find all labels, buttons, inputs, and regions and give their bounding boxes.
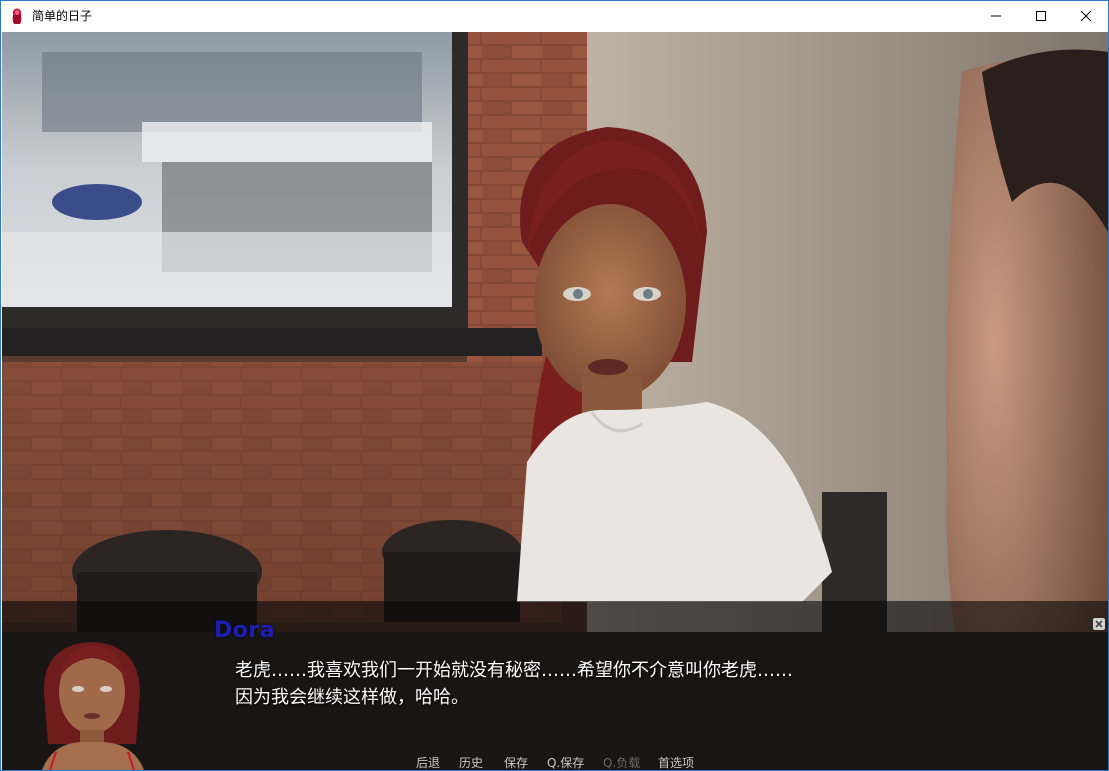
dialogue-close-button[interactable] bbox=[1093, 618, 1105, 630]
close-button[interactable] bbox=[1063, 1, 1108, 31]
quick-menu-preferences[interactable]: 首选项 bbox=[658, 754, 694, 770]
speaker-name: Dora bbox=[214, 618, 276, 643]
maximize-button[interactable] bbox=[1018, 1, 1063, 31]
dialogue-line-2: 因为我会继续这样做，哈哈。 bbox=[235, 687, 469, 708]
close-icon bbox=[1080, 11, 1091, 21]
game-window: 简单的日子 Dora 老虎……我喜欢我们一开始就没有秘密……希望你不介意叫你老虎… bbox=[0, 0, 1109, 771]
quick-menu-history[interactable]: 历史 bbox=[459, 754, 483, 770]
speaker-portrait bbox=[42, 642, 144, 770]
app-icon bbox=[12, 8, 22, 24]
window-title: 简单的日子 bbox=[32, 9, 93, 23]
title-bar[interactable]: 简单的日子 bbox=[1, 1, 1108, 32]
quick-menu-save[interactable]: 保存 bbox=[504, 754, 528, 770]
maximize-icon bbox=[1035, 11, 1046, 21]
minimize-icon bbox=[990, 15, 1001, 17]
close-small-icon bbox=[1095, 620, 1103, 628]
quick-menu-quick-save[interactable]: Q.保存 bbox=[547, 754, 584, 770]
dialogue-line-1: 老虎……我喜欢我们一开始就没有秘密……希望你不介意叫你老虎…… bbox=[235, 660, 793, 681]
quick-menu-back[interactable]: 后退 bbox=[416, 754, 440, 770]
quick-menu-quick-load[interactable]: Q.负载 bbox=[603, 754, 640, 770]
minimize-button[interactable] bbox=[973, 1, 1018, 31]
game-viewport[interactable]: Dora 老虎……我喜欢我们一开始就没有秘密……希望你不介意叫你老虎…… 因为我… bbox=[2, 32, 1108, 770]
quick-menu: 后退 历史 保存 Q.保存 Q.负载 首选项 bbox=[2, 754, 1108, 770]
dialogue-panel[interactable] bbox=[2, 601, 1108, 770]
